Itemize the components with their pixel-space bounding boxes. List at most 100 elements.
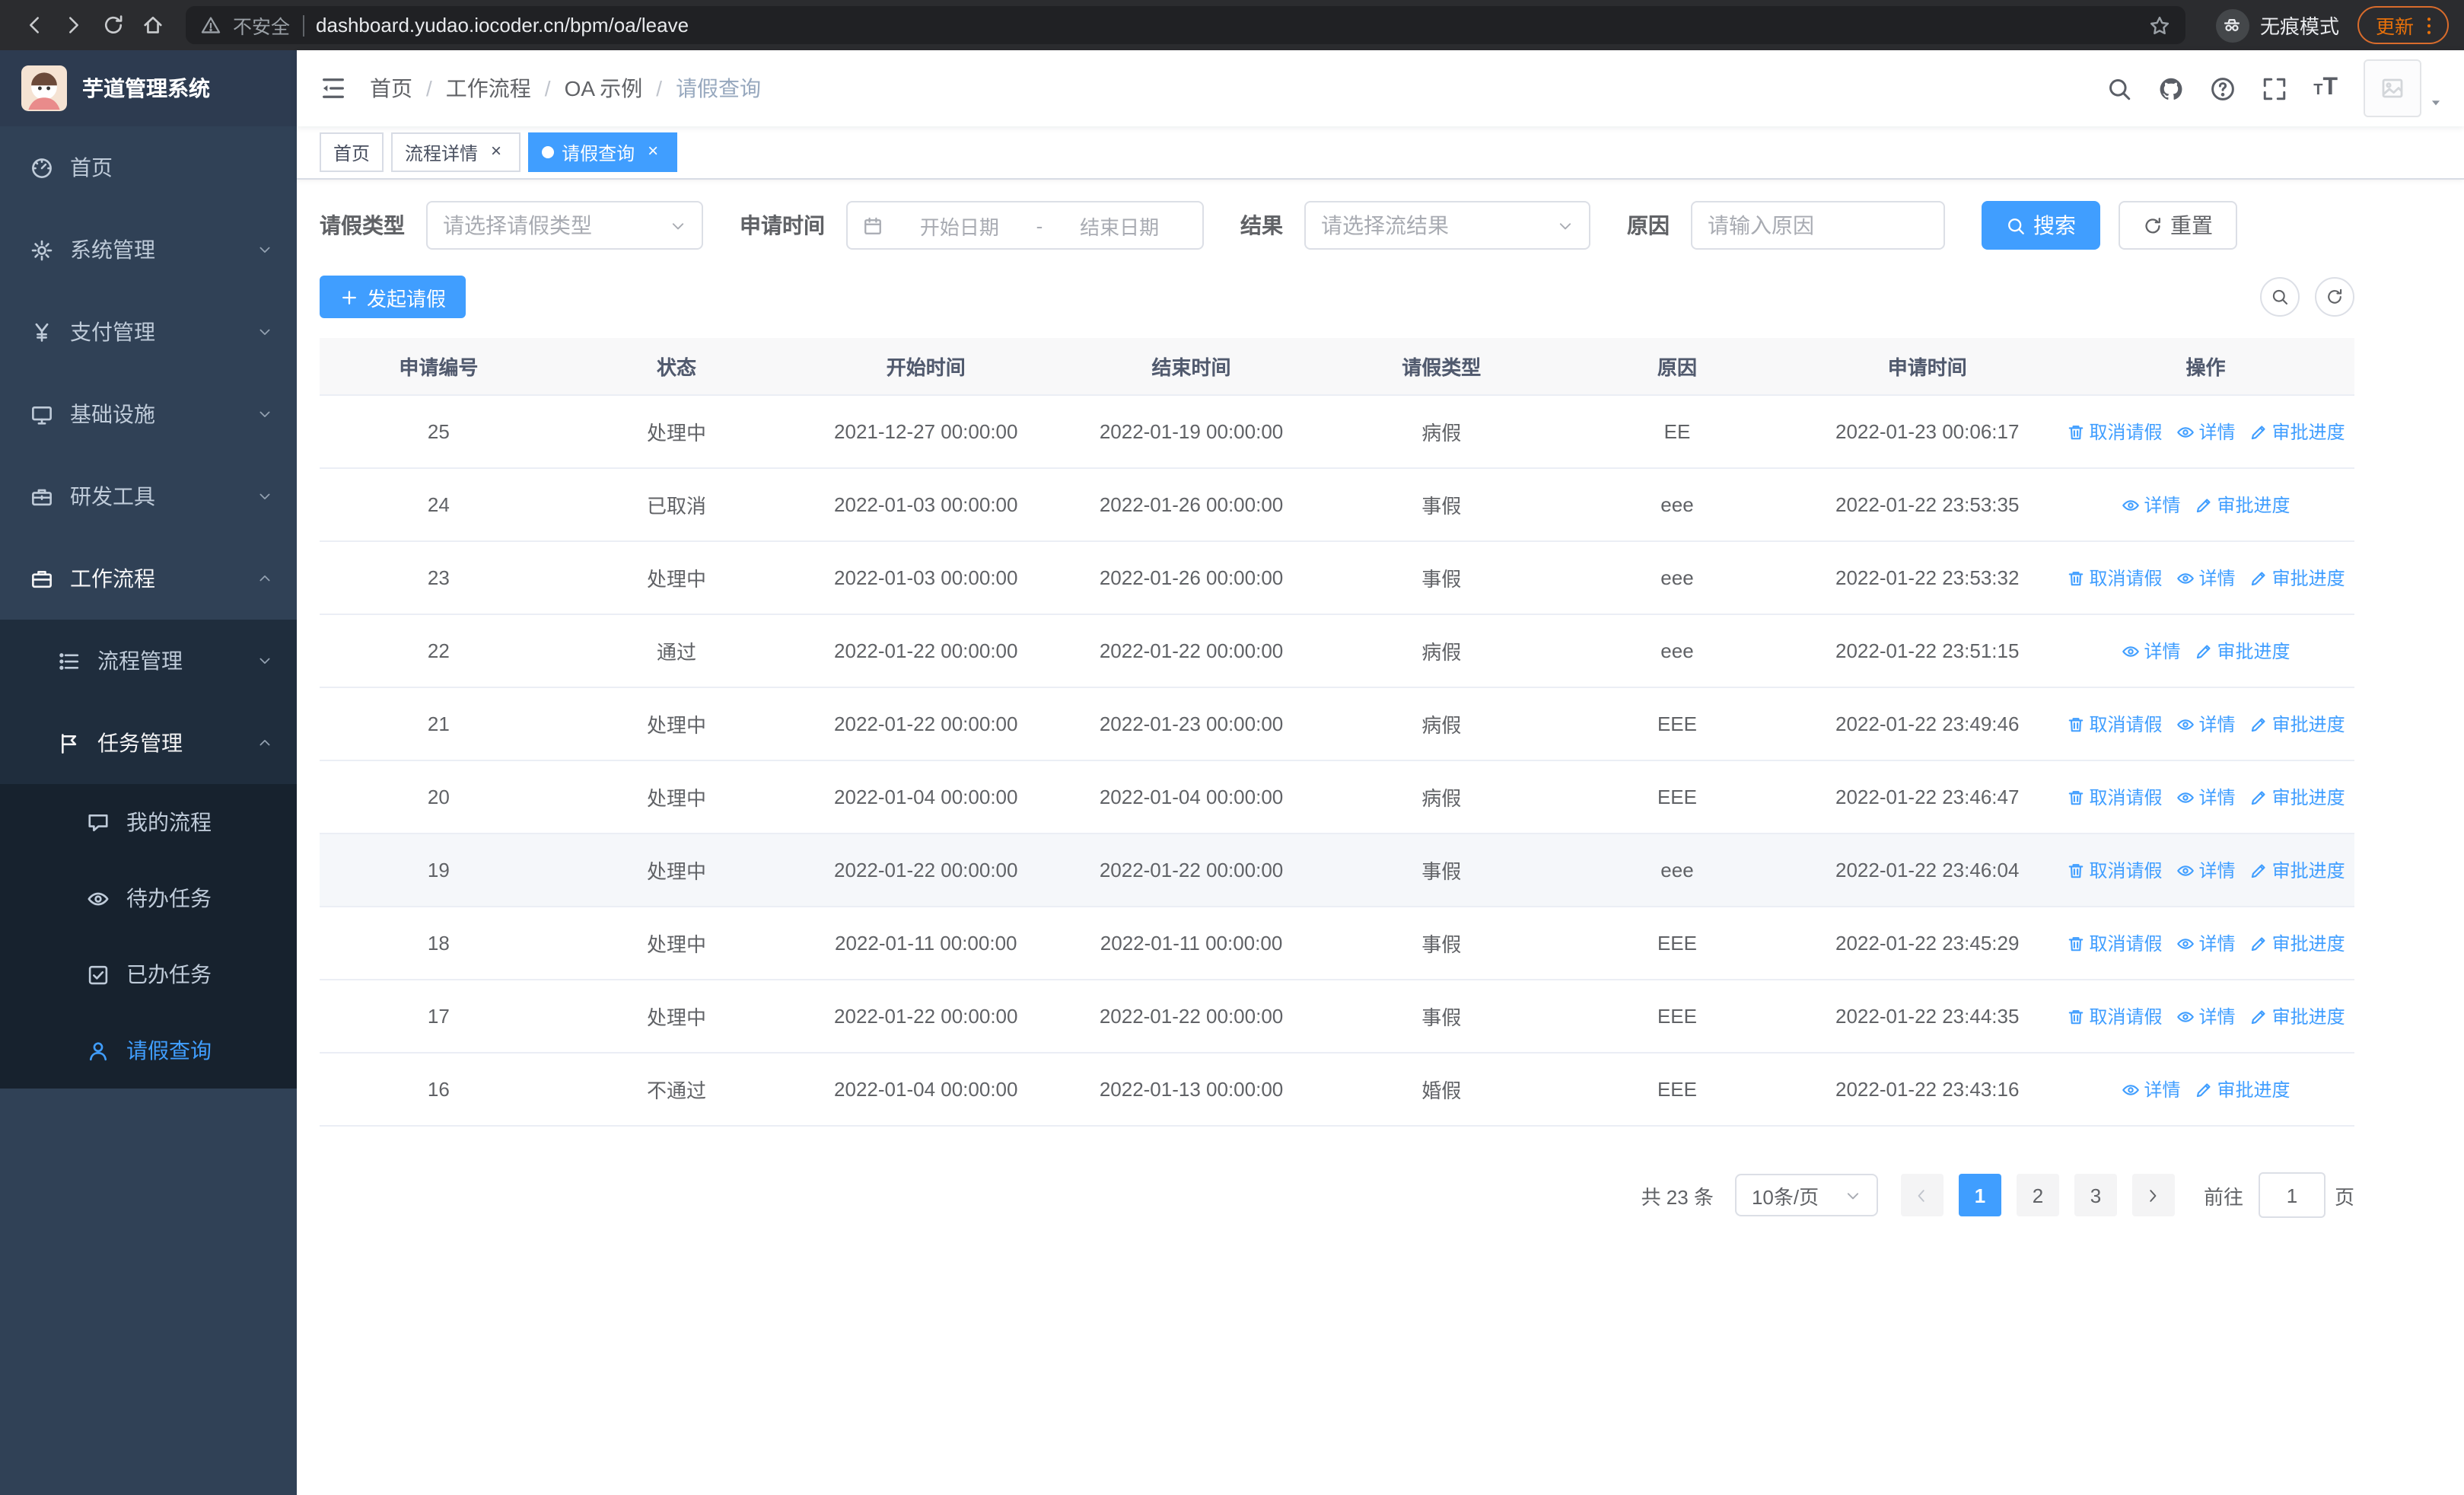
search-button[interactable]: 搜索: [1982, 201, 2100, 250]
chevron-up-icon: [257, 735, 272, 751]
sidebar-item-11[interactable]: 请假查询: [0, 1012, 297, 1089]
sidebar-item-9[interactable]: 待办任务: [0, 860, 297, 936]
browser-forward-icon[interactable]: [55, 7, 91, 43]
page-button-3[interactable]: 3: [2074, 1174, 2117, 1216]
fullscreen-icon[interactable]: [2262, 75, 2287, 101]
approval-progress-link[interactable]: 审批进度: [2195, 1076, 2291, 1102]
approval-progress-link[interactable]: 审批进度: [2249, 1003, 2345, 1029]
breadcrumb-item-workflow[interactable]: 工作流程: [446, 73, 531, 104]
create-leave-button[interactable]: 发起请假: [320, 276, 466, 318]
table-row: 23 处理中 2022-01-03 00:00:00 2022-01-26 00:00…: [320, 542, 2354, 615]
search-icon[interactable]: [2106, 75, 2132, 101]
detail-link[interactable]: 详情: [2122, 638, 2181, 664]
leave-type-select[interactable]: 请选择请假类型: [426, 201, 703, 250]
table-row: 18 处理中 2022-01-11 00:00:00 2022-01-11 00:00…: [320, 907, 2354, 980]
cancel-leave-link[interactable]: 取消请假: [2067, 711, 2163, 737]
pagination: 共 23 条 10条/页 123 前往 页: [320, 1172, 2354, 1218]
detail-link[interactable]: 详情: [2176, 784, 2236, 810]
cancel-leave-link[interactable]: 取消请假: [2067, 930, 2163, 956]
page-size-select[interactable]: 10条/页: [1734, 1174, 1878, 1216]
reason-input[interactable]: [1691, 201, 1945, 250]
detail-link[interactable]: 详情: [2176, 565, 2236, 591]
font-size-icon[interactable]: TT: [2313, 75, 2338, 102]
approval-progress-link[interactable]: 审批进度: [2195, 492, 2291, 518]
browser-menu-icon[interactable]: [2418, 14, 2440, 36]
sidebar-item-3[interactable]: 基础设施: [0, 373, 297, 455]
sidebar-item-8[interactable]: 我的流程: [0, 784, 297, 860]
approval-progress-link[interactable]: 审批进度: [2249, 565, 2345, 591]
sidebar-item-5[interactable]: 工作流程: [0, 537, 297, 620]
help-icon[interactable]: [2210, 75, 2236, 101]
cell-operations: 详情 审批进度: [2057, 1076, 2354, 1102]
cancel-leave-link[interactable]: 取消请假: [2067, 784, 2163, 810]
column-header-1: 状态: [657, 356, 697, 379]
approval-progress-link[interactable]: 审批进度: [2249, 419, 2345, 445]
detail-link[interactable]: 详情: [2122, 492, 2181, 518]
detail-link[interactable]: 详情: [2176, 419, 2236, 445]
detail-link[interactable]: 详情: [2176, 1003, 2236, 1029]
cancel-leave-link[interactable]: 取消请假: [2067, 1003, 2163, 1029]
search-icon: [2006, 215, 2026, 235]
cell-end-time: 2022-01-23 00:00:00: [1099, 712, 1284, 735]
tab-process-detail[interactable]: 流程详情 ×: [391, 132, 521, 172]
sidebar-item-0[interactable]: 首页: [0, 126, 297, 209]
close-icon[interactable]: ×: [485, 141, 507, 163]
leave-type-label: 请假类型: [320, 213, 405, 237]
approval-progress-link[interactable]: 审批进度: [2249, 930, 2345, 956]
sidebar-item-7[interactable]: 任务管理: [0, 702, 297, 784]
avatar[interactable]: [2364, 59, 2421, 117]
browser-reload-icon[interactable]: [94, 7, 131, 43]
update-button[interactable]: 更新: [2357, 6, 2449, 44]
cell-status: 通过: [657, 641, 697, 664]
sidebar-item-10[interactable]: 已办任务: [0, 936, 297, 1012]
browser-home-icon[interactable]: [134, 7, 170, 43]
eye-icon: [2122, 1080, 2140, 1098]
result-select[interactable]: 请选择流结果: [1304, 201, 1590, 250]
sidebar: 芋道管理系统 首页 系统管理 支付管理 基础设施 研发工具 工作流程 流程管理 任务管理 我的流…: [0, 50, 297, 1495]
sidebar-item-4[interactable]: 研发工具: [0, 455, 297, 537]
breadcrumb-item-home[interactable]: 首页: [370, 73, 412, 104]
tab-home[interactable]: 首页: [320, 132, 384, 172]
reset-button[interactable]: 重置: [2119, 201, 2237, 250]
detail-link[interactable]: 详情: [2176, 857, 2236, 883]
refresh-table-button[interactable]: [2315, 277, 2354, 317]
breadcrumb-item-oa[interactable]: OA 示例: [565, 73, 643, 104]
tab-leave-query[interactable]: 请假查询 ×: [528, 132, 678, 172]
cell-leave-type: 婚假: [1421, 1079, 1462, 1102]
prev-page-button[interactable]: [1900, 1174, 1944, 1216]
bookmark-star-icon[interactable]: [2149, 14, 2170, 36]
url-text[interactable]: dashboard.yudao.iocoder.cn/bpm/oa/leave: [316, 14, 2137, 37]
detail-link[interactable]: 详情: [2122, 1076, 2181, 1102]
pen-icon: [2249, 861, 2268, 879]
detail-link[interactable]: 详情: [2176, 930, 2236, 956]
sidebar-item-label: 已办任务: [126, 962, 212, 987]
browser-back-icon[interactable]: [15, 7, 52, 43]
page-button-1[interactable]: 1: [1958, 1174, 2001, 1216]
cancel-leave-link[interactable]: 取消请假: [2067, 565, 2163, 591]
approval-progress-link[interactable]: 审批进度: [2249, 711, 2345, 737]
incognito-label: 无痕模式: [2259, 15, 2339, 38]
page-button-2[interactable]: 2: [2016, 1174, 2059, 1216]
close-icon[interactable]: ×: [642, 141, 664, 163]
cancel-leave-link[interactable]: 取消请假: [2067, 419, 2163, 445]
approval-progress-link[interactable]: 审批进度: [2249, 784, 2345, 810]
cancel-leave-link[interactable]: 取消请假: [2067, 857, 2163, 883]
toggle-search-button[interactable]: [2260, 277, 2300, 317]
detail-link[interactable]: 详情: [2176, 711, 2236, 737]
approval-progress-link[interactable]: 审批进度: [2249, 857, 2345, 883]
address-bar[interactable]: 不安全 dashboard.yudao.iocoder.cn/bpm/oa/le…: [186, 6, 2185, 44]
sidebar-item-6[interactable]: 流程管理: [0, 620, 297, 702]
cell-status: 不通过: [647, 1079, 707, 1102]
apply-time-range-picker[interactable]: 开始日期 - 结束日期: [846, 201, 1204, 250]
sidebar-item-1[interactable]: 系统管理: [0, 209, 297, 291]
approval-progress-link[interactable]: 审批进度: [2195, 638, 2291, 664]
cell-reason: EEE: [1657, 1078, 1697, 1101]
user-menu[interactable]: [2364, 59, 2443, 117]
sidebar-item-2[interactable]: 支付管理: [0, 291, 297, 373]
cell-apply-time: 2022-01-22 23:46:47: [1835, 786, 2020, 808]
github-icon[interactable]: [2158, 75, 2184, 101]
goto-page-input[interactable]: [2258, 1172, 2326, 1218]
security-label[interactable]: 不安全: [233, 11, 290, 40]
sidebar-toggle-icon[interactable]: [297, 75, 370, 102]
next-page-button[interactable]: [2131, 1174, 2175, 1216]
